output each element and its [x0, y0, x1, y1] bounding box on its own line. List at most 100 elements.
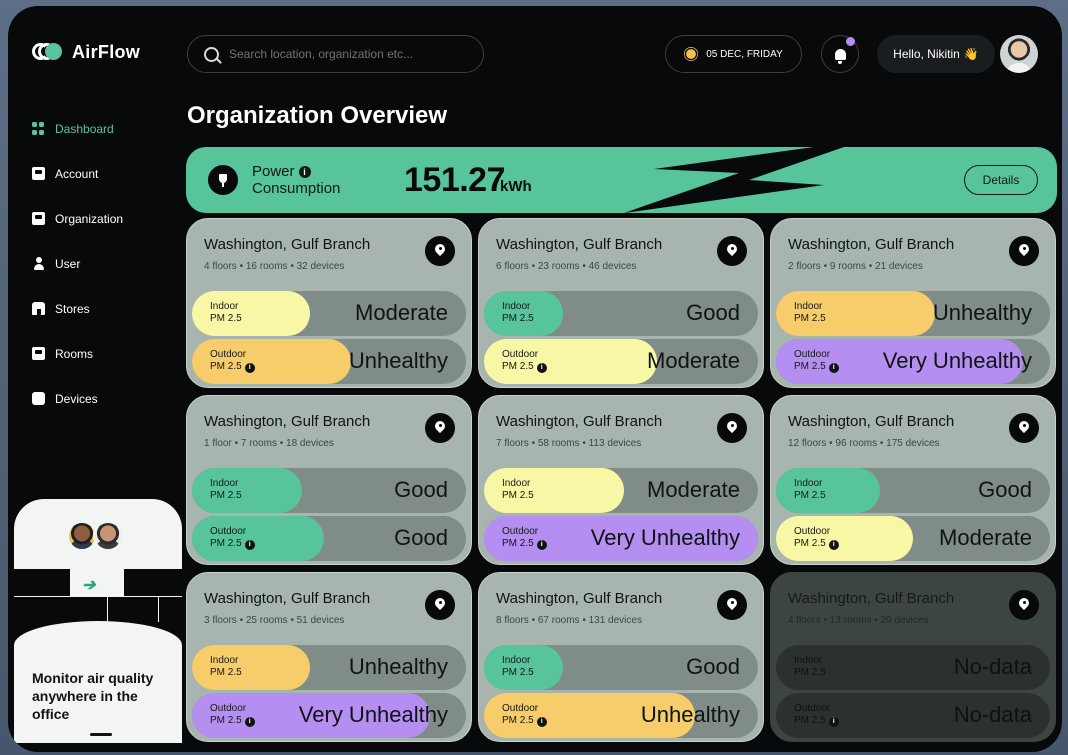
- notification-badge: [846, 37, 855, 46]
- indoor-pm25-row[interactable]: Indoor PM 2.5 Unhealthy: [776, 291, 1050, 336]
- indoor-status: Good: [686, 654, 740, 679]
- user-greeting[interactable]: Hello, Nikitin 👋: [877, 35, 995, 73]
- indoor-pm25-row[interactable]: Indoor PM 2.5 Moderate: [192, 291, 466, 336]
- branch-card[interactable]: Washington, Gulf Branch 6 floors • 23 ro…: [478, 218, 764, 388]
- info-icon[interactable]: i: [536, 540, 547, 550]
- outdoor-label: Outdoor PM 2.5 i: [502, 526, 547, 550]
- sidebar-item-organization[interactable]: Organization: [32, 196, 123, 241]
- info-icon[interactable]: i: [536, 717, 547, 727]
- branch-card[interactable]: Washington, Gulf Branch 8 floors • 67 ro…: [478, 572, 764, 742]
- branch-card[interactable]: Washington, Gulf Branch 4 floors • 16 ro…: [186, 218, 472, 388]
- outdoor-label-type: Outdoor: [210, 526, 247, 537]
- indoor-pm25-row[interactable]: Indoor PM 2.5 Good: [776, 468, 1050, 513]
- outdoor-pm25-row[interactable]: Outdoor PM 2.5 i Good: [192, 516, 466, 561]
- team-avatars: [67, 521, 123, 551]
- location-pin-icon[interactable]: [717, 590, 747, 620]
- sidebar-item-stores[interactable]: Stores: [32, 286, 123, 331]
- indoor-pm25-row[interactable]: Indoor PM 2.5 Good: [484, 291, 758, 336]
- outdoor-label: Outdoor PM 2.5 i: [794, 349, 839, 373]
- branch-card[interactable]: Washington, Gulf Branch 2 floors • 9 roo…: [770, 218, 1056, 388]
- indoor-pm25-row[interactable]: Indoor PM 2.5 No-data: [776, 645, 1050, 690]
- device-icon: [32, 392, 45, 405]
- outdoor-status: No-data: [953, 702, 1032, 727]
- date-display[interactable]: 05 DEC, FRIDAY: [665, 35, 802, 73]
- outdoor-pm25-row[interactable]: Outdoor PM 2.5 i No-data: [776, 693, 1050, 738]
- info-icon[interactable]: i: [244, 363, 255, 373]
- indoor-status: Good: [978, 477, 1032, 502]
- location-pin-icon[interactable]: [425, 590, 455, 620]
- outdoor-pm25-row[interactable]: Outdoor PM 2.5 i Unhealthy: [484, 693, 758, 738]
- branch-card[interactable]: Washington, Gulf Branch 3 floors • 25 ro…: [186, 572, 472, 742]
- indoor-pm25-row[interactable]: Indoor PM 2.5 Good: [192, 468, 466, 513]
- indoor-label-metric: PM 2.5: [794, 667, 826, 678]
- divider: [158, 596, 159, 622]
- branch-card[interactable]: Washington, Gulf Branch 4 floors • 13 ro…: [770, 572, 1056, 742]
- indoor-label-type: Indoor: [794, 655, 823, 666]
- search-bar[interactable]: [187, 35, 484, 73]
- outdoor-pm25-row[interactable]: Outdoor PM 2.5 i Very Unhealthy: [192, 693, 466, 738]
- info-icon[interactable]: i: [536, 363, 547, 373]
- indoor-pm25-row[interactable]: Indoor PM 2.5 Unhealthy: [192, 645, 466, 690]
- location-pin-icon[interactable]: [1009, 236, 1039, 266]
- sidebar-item-label: Devices: [55, 391, 98, 406]
- sidebar-item-label: User: [55, 256, 81, 271]
- outdoor-pm25-row[interactable]: Outdoor PM 2.5 i Very Unhealthy: [776, 339, 1050, 384]
- indoor-status: Good: [394, 477, 448, 502]
- branch-card[interactable]: Washington, Gulf Branch 7 floors • 58 ro…: [478, 395, 764, 565]
- branch-meta: 6 floors • 23 rooms • 46 devices: [496, 261, 637, 272]
- location-pin-icon[interactable]: [1009, 590, 1039, 620]
- location-pin-icon[interactable]: [717, 413, 747, 443]
- indoor-label-type: Indoor: [210, 301, 239, 312]
- info-icon[interactable]: i: [828, 540, 839, 550]
- divider: [107, 596, 108, 622]
- outdoor-label-type: Outdoor: [502, 703, 539, 714]
- branch-meta: 2 floors • 9 rooms • 21 devices: [788, 261, 923, 272]
- location-pin-icon[interactable]: [1009, 413, 1039, 443]
- outdoor-label: Outdoor PM 2.5 i: [794, 703, 839, 727]
- outdoor-pm25-row[interactable]: Outdoor PM 2.5 i Moderate: [776, 516, 1050, 561]
- outdoor-status: Very Unhealthy: [298, 702, 448, 727]
- info-icon[interactable]: i: [828, 717, 839, 727]
- branch-meta: 3 floors • 25 rooms • 51 devices: [204, 615, 345, 626]
- search-icon: [204, 46, 219, 62]
- sidebar-item-account[interactable]: Account: [32, 151, 123, 196]
- pulse-icon: ➔: [79, 577, 100, 594]
- promo-header: [14, 499, 182, 569]
- search-input[interactable]: [229, 47, 459, 61]
- indoor-pm25-row[interactable]: Indoor PM 2.5 Moderate: [484, 468, 758, 513]
- outdoor-status: Moderate: [939, 525, 1032, 550]
- branch-card[interactable]: Washington, Gulf Branch 1 floor • 7 room…: [186, 395, 472, 565]
- outdoor-label-metric: PM 2.5: [502, 715, 534, 726]
- location-pin-icon[interactable]: [717, 236, 747, 266]
- outdoor-label: Outdoor PM 2.5 i: [502, 703, 547, 727]
- promo-card[interactable]: ➔ Monitor air quality anywhere in the of…: [14, 499, 182, 743]
- indoor-pm25-row[interactable]: Indoor PM 2.5 Good: [484, 645, 758, 690]
- location-pin-icon[interactable]: [425, 413, 455, 443]
- user-avatar[interactable]: [1000, 35, 1038, 73]
- outdoor-pm25-row[interactable]: Outdoor PM 2.5 i Unhealthy: [192, 339, 466, 384]
- brand-logo[interactable]: AirFlow: [32, 42, 140, 63]
- info-icon[interactable]: i: [244, 717, 255, 727]
- outdoor-label-type: Outdoor: [794, 526, 831, 537]
- indoor-label: Indoor PM 2.5: [210, 655, 242, 679]
- indoor-label-type: Indoor: [210, 655, 239, 666]
- sidebar-item-dashboard[interactable]: Dashboard: [32, 106, 123, 151]
- info-icon[interactable]: i: [828, 363, 839, 373]
- outdoor-pm25-row[interactable]: Outdoor PM 2.5 i Moderate: [484, 339, 758, 384]
- plug-icon: [208, 165, 238, 195]
- details-button[interactable]: Details: [964, 165, 1038, 195]
- indoor-label-metric: PM 2.5: [502, 313, 534, 324]
- info-icon[interactable]: i: [244, 540, 255, 550]
- sidebar-item-user[interactable]: User: [32, 241, 123, 286]
- branch-card[interactable]: Washington, Gulf Branch 12 floors • 96 r…: [770, 395, 1056, 565]
- date-label: 05 DEC, FRIDAY: [706, 48, 783, 60]
- info-icon[interactable]: i: [298, 166, 311, 178]
- outdoor-pm25-row[interactable]: Outdoor PM 2.5 i Very Unhealthy: [484, 516, 758, 561]
- notifications-button[interactable]: [821, 35, 859, 73]
- sidebar-item-rooms[interactable]: Rooms: [32, 331, 123, 376]
- sidebar-item-devices[interactable]: Devices: [32, 376, 123, 421]
- outdoor-label: Outdoor PM 2.5 i: [794, 526, 839, 550]
- location-pin-icon[interactable]: [425, 236, 455, 266]
- sidebar-item-label: Stores: [55, 301, 90, 316]
- power-unit: kWh: [500, 178, 532, 195]
